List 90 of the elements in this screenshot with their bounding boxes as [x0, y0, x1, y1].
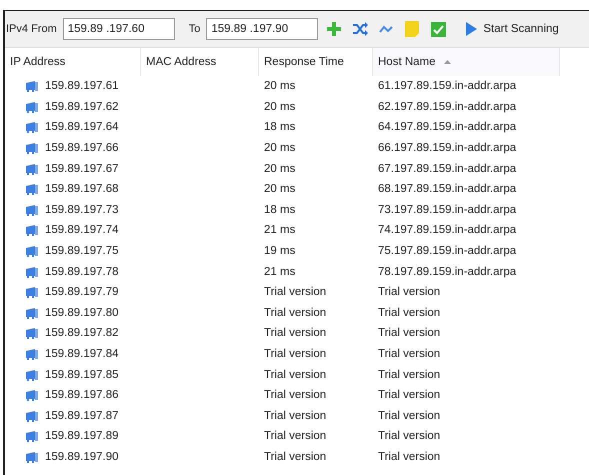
host-name-cell: 73.197.89.159.in-addr.arpa	[378, 204, 516, 216]
computer-icon	[25, 100, 39, 113]
computer-icon	[25, 142, 39, 154]
ip-address-cell: 159.89.197.78	[45, 266, 119, 278]
ip-address-cell: 159.89.197.75	[45, 245, 119, 258]
response-time-cell: 19 ms	[264, 245, 296, 258]
host-name-cell: Trial version	[378, 327, 440, 340]
ip-address-cell: 159.89.197.80	[45, 306, 119, 319]
computer-icon	[25, 450, 39, 463]
ip-address-cell: 159.89.197.85	[45, 368, 119, 381]
response-time-cell: 20 ms	[264, 162, 296, 175]
ip-address-cell: 159.89.197.87	[45, 410, 119, 422]
response-time-cell: 21 ms	[264, 224, 296, 236]
response-time-cell: 20 ms	[264, 100, 296, 113]
host-name-cell: Trial version	[378, 348, 440, 360]
host-name-cell: 74.197.89.159.in-addr.arpa	[378, 224, 516, 236]
ip-address-cell: 159.89.197.90	[45, 450, 119, 463]
ip-address-cell: 159.89.197.66	[45, 142, 119, 154]
ip-address-cell: 159.89.197.84	[45, 348, 119, 360]
computer-icon	[25, 162, 39, 175]
response-time-cell: Trial version	[264, 368, 326, 381]
computer-icon	[25, 266, 39, 278]
host-name-cell: Trial version	[378, 410, 440, 422]
column-header-label: Response Time	[264, 56, 344, 68]
column-header[interactable]: Host Name	[373, 48, 560, 76]
host-name-cell: Trial version	[378, 306, 440, 319]
response-time-cell: Trial version	[264, 306, 326, 319]
host-name-cell: 78.197.89.159.in-addr.arpa	[378, 266, 516, 278]
computer-icon	[25, 430, 39, 442]
ip-address-cell: 159.89.197.61	[45, 80, 119, 92]
computer-icon	[25, 348, 39, 360]
ip-address-cell: 159.89.197.74	[45, 224, 119, 236]
host-name-cell: 75.197.89.159.in-addr.arpa	[378, 245, 516, 258]
computer-icon	[25, 183, 39, 196]
response-time-cell: Trial version	[264, 430, 326, 442]
computer-icon	[25, 121, 39, 134]
computer-icon	[25, 410, 39, 422]
sort-up-icon	[444, 60, 451, 64]
host-name-cell: 68.197.89.159.in-addr.arpa	[378, 183, 516, 196]
ip-address-cell: 159.89.197.89	[45, 430, 119, 442]
computer-icon	[25, 245, 39, 258]
from-ip-field[interactable]: 159.89 .197.60	[62, 18, 175, 40]
host-name-cell: 64.197.89.159.in-addr.arpa	[378, 121, 516, 134]
host-name-cell: 67.197.89.159.in-addr.arpa	[378, 162, 516, 175]
column-header-label: MAC Address	[146, 56, 216, 68]
computer-icon	[25, 80, 39, 92]
host-name-cell: Trial version	[378, 450, 440, 463]
ip-address-cell: 159.89.197.86	[45, 389, 119, 402]
ip-address-cell: 159.89.197.73	[45, 204, 119, 216]
computer-icon	[25, 204, 39, 216]
response-time-cell: Trial version	[264, 450, 326, 463]
response-time-cell: Trial version	[264, 410, 326, 422]
response-time-cell: Trial version	[264, 348, 326, 360]
shuffle-icon[interactable]	[350, 19, 370, 39]
response-time-cell: 18 ms	[264, 121, 296, 134]
host-name-cell: Trial version	[378, 430, 440, 442]
host-name-cell: 62.197.89.159.in-addr.arpa	[378, 100, 516, 113]
host-name-cell: 66.197.89.159.in-addr.arpa	[378, 142, 516, 154]
response-time-cell: Trial version	[264, 389, 326, 402]
host-name-cell: Trial version	[378, 389, 440, 402]
host-name-cell: Trial version	[378, 368, 440, 381]
response-time-cell: 18 ms	[264, 204, 296, 216]
ip-address-cell: 159.89.197.79	[45, 286, 119, 298]
computer-icon	[25, 327, 39, 340]
computer-icon	[25, 368, 39, 381]
response-time-cell: Trial version	[264, 327, 326, 340]
from-label: IPv4 From	[6, 23, 57, 35]
response-time-cell: 21 ms	[264, 266, 296, 278]
response-time-cell: 20 ms	[264, 142, 296, 154]
computer-icon	[25, 224, 39, 236]
to-ip-field[interactable]: 159.89 .197.90	[206, 18, 318, 40]
column-header-label: IP Address	[10, 56, 66, 68]
ip-address-cell: 159.89.197.62	[45, 100, 119, 113]
ip-address-cell: 159.89.197.67	[45, 162, 119, 175]
column-header-label: Host Name	[378, 56, 436, 68]
response-time-cell: 20 ms	[264, 183, 296, 196]
response-time-cell: Trial version	[264, 286, 326, 298]
computer-icon	[25, 389, 39, 402]
ip-address-cell: 159.89.197.68	[45, 183, 119, 196]
host-name-cell: Trial version	[378, 286, 440, 298]
checkbox-icon[interactable]	[428, 19, 448, 39]
start-scanning-button[interactable]: Start Scanning	[462, 20, 563, 38]
ip-address-cell: 159.89.197.64	[45, 121, 119, 134]
computer-icon	[25, 306, 39, 319]
to-label: To	[188, 23, 200, 35]
response-time-cell: 20 ms	[264, 80, 296, 92]
play-icon	[466, 22, 478, 36]
host-name-cell: 61.197.89.159.in-addr.arpa	[378, 80, 516, 92]
ip-address-cell: 159.89.197.82	[45, 327, 119, 340]
computer-icon	[25, 286, 39, 298]
